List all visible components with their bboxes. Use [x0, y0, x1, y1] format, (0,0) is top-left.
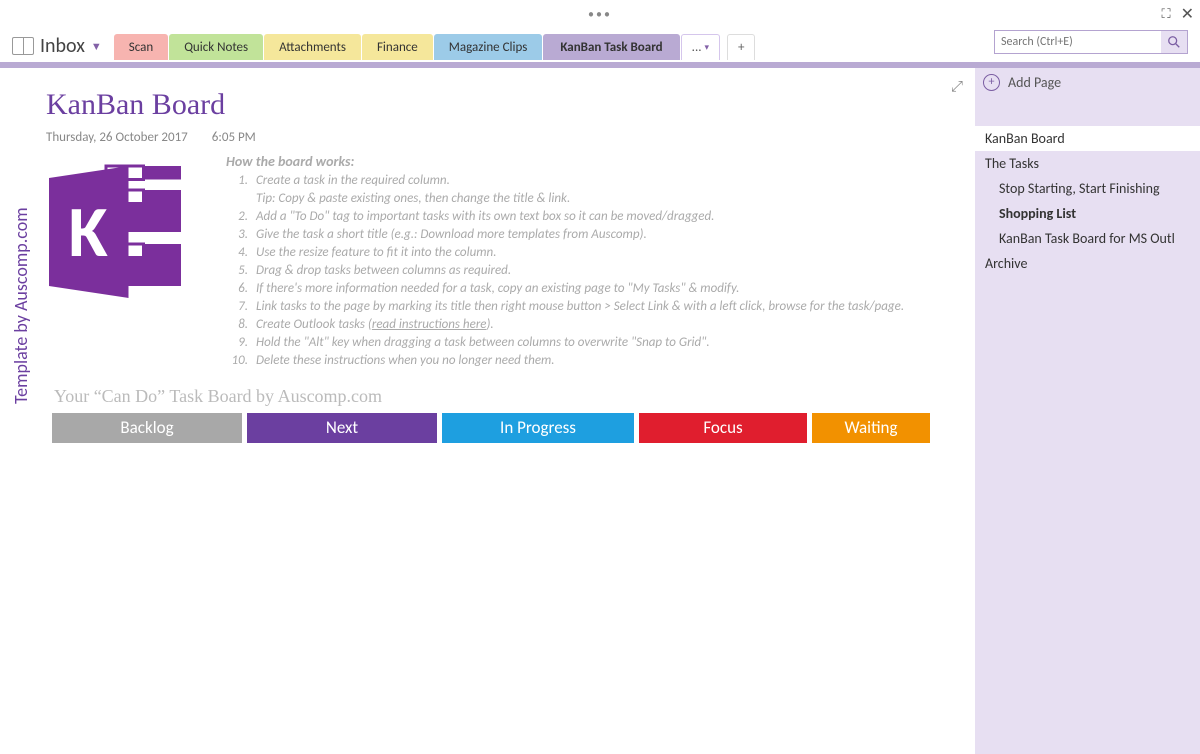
kanban-col-in-progress[interactable]: In Progress	[442, 413, 634, 443]
add-page-label: Add Page	[1008, 74, 1061, 91]
menu-dots-icon[interactable]: •••	[588, 8, 612, 22]
instructions-tip: Tip: Copy & paste existing ones, then ch…	[226, 190, 904, 208]
page-title[interactable]: KanBan Board	[46, 88, 955, 122]
page-item-shopping-list[interactable]: Shopping List	[975, 201, 1200, 226]
notebook-selector[interactable]: Inbox ▼	[12, 34, 102, 58]
page-item-the-tasks[interactable]: The Tasks	[975, 151, 1200, 176]
expand-icon[interactable]: ⤢	[951, 78, 963, 96]
instructions-title: How the board works:	[226, 153, 904, 170]
fullscreen-icon[interactable]: ⛶	[1161, 7, 1170, 22]
kanban-col-backlog[interactable]: Backlog	[52, 413, 242, 443]
notebook-label: Inbox	[40, 34, 85, 58]
col-head-in-progress: In Progress	[442, 413, 634, 443]
search-icon[interactable]	[1161, 31, 1187, 53]
tab-attachments[interactable]: Attachments	[264, 34, 361, 60]
kanban-col-next[interactable]: Next	[247, 413, 437, 443]
instructions-block[interactable]: How the board works: 1.Create a task in …	[226, 153, 904, 370]
tab-quicknotes[interactable]: Quick Notes	[169, 34, 263, 60]
kanban-col-waiting[interactable]: Waiting	[812, 413, 930, 443]
tab-new[interactable]: +	[727, 34, 755, 60]
page-date: Thursday, 26 October 2017	[46, 130, 188, 145]
close-icon[interactable]: ✕	[1181, 4, 1194, 24]
page-item-kanban-board[interactable]: KanBan Board	[975, 126, 1200, 151]
plus-circle-icon: +	[983, 74, 1000, 91]
col-head-waiting: Waiting	[812, 413, 930, 443]
tab-more[interactable]: ... ▾	[681, 34, 720, 60]
page-item-stop-starting[interactable]: Stop Starting, Start Finishing	[975, 176, 1200, 201]
chevron-down-icon: ▼	[91, 40, 102, 53]
board-caption: Your “Can Do” Task Board by Auscomp.com	[54, 386, 955, 407]
tab-scan[interactable]: Scan	[114, 34, 168, 60]
search-box[interactable]	[994, 30, 1188, 54]
col-head-focus: Focus	[639, 413, 807, 443]
template-credit: Template by Auscomp.com	[10, 143, 32, 404]
page-item-kanban-outlook[interactable]: KanBan Task Board for MS Outl	[975, 226, 1200, 251]
page-item-archive[interactable]: Archive	[975, 251, 1200, 276]
tab-finance[interactable]: Finance	[362, 34, 433, 60]
kanban-col-focus[interactable]: Focus	[639, 413, 807, 443]
onenote-logo-icon: K	[46, 157, 196, 307]
search-input[interactable]	[995, 35, 1161, 49]
add-page-button[interactable]: + Add Page	[975, 68, 1200, 96]
tab-magazine-clips[interactable]: Magazine Clips	[434, 34, 543, 60]
read-instructions-link[interactable]: read instructions here	[372, 317, 487, 332]
col-head-backlog: Backlog	[52, 413, 242, 443]
col-head-next: Next	[247, 413, 437, 443]
kanban-board[interactable]: Backlog Next In Progress Focus Waiting	[52, 413, 955, 443]
notebook-icon	[12, 37, 34, 55]
tab-kanban-task-board[interactable]: KanBan Task Board	[543, 34, 679, 60]
page-panel: + Add Page KanBan Board The Tasks Stop S…	[975, 68, 1200, 754]
svg-text:K: K	[68, 188, 108, 276]
page-time: 6:05 PM	[212, 130, 256, 145]
